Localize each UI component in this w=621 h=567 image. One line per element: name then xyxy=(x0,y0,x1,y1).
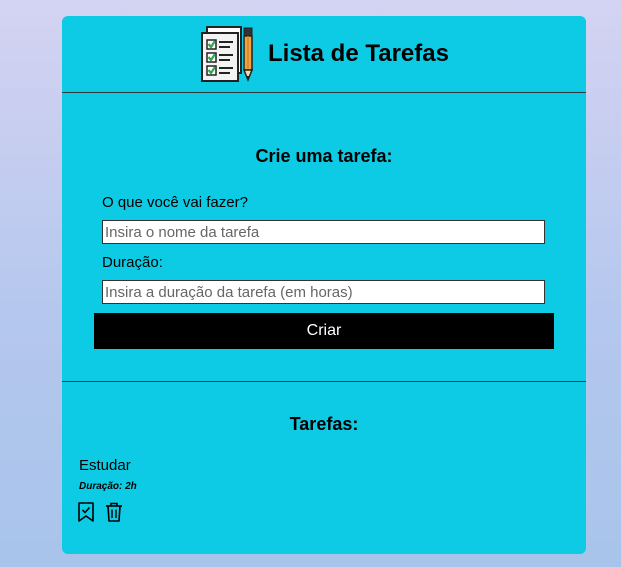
create-button[interactable]: Criar xyxy=(94,313,554,349)
create-task-form: Crie uma tarefa: O que você vai fazer? D… xyxy=(62,93,586,382)
bookmark-check-icon[interactable] xyxy=(76,502,96,524)
tasks-title: Tarefas: xyxy=(289,414,359,434)
trash-icon[interactable] xyxy=(104,502,124,524)
app-title: Lista de Tarefas xyxy=(268,40,449,67)
task-item: Estudar Duração: 2h xyxy=(76,456,376,526)
task-duration-label: Duração: xyxy=(102,254,163,271)
checklist-clipboard-pencil-icon xyxy=(199,25,259,83)
task-name-label: O que você vai fazer? xyxy=(102,194,248,211)
task-duration-input[interactable] xyxy=(102,280,545,304)
form-title: Crie uma tarefa: xyxy=(255,146,393,166)
task-duration: Duração: 2h xyxy=(79,481,137,492)
todo-card: Lista de Tarefas Crie uma tarefa: O que … xyxy=(62,16,586,554)
task-name: Estudar xyxy=(79,457,131,474)
app-header: Lista de Tarefas xyxy=(62,16,586,93)
task-name-input[interactable] xyxy=(102,220,545,244)
